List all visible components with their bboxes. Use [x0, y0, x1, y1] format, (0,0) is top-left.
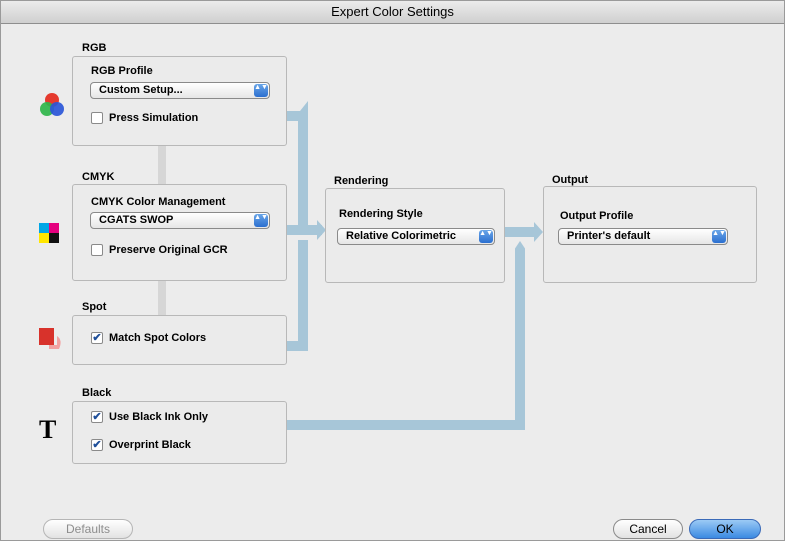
- use-black-ink-checkbox[interactable]: ✔: [91, 411, 103, 423]
- press-simulation-checkbox[interactable]: [91, 112, 103, 124]
- spot-section-label: Spot: [82, 301, 107, 313]
- black-section-label: Black: [82, 387, 112, 399]
- match-spot-checkbox[interactable]: ✔: [91, 332, 103, 344]
- cmyk-mgmt-popup[interactable]: CGATS SWOP ▲▼: [90, 212, 270, 229]
- rendering-section-label: Rendering: [334, 175, 389, 187]
- spot-output-pipe: [286, 341, 308, 351]
- cancel-button[interactable]: Cancel: [613, 519, 683, 539]
- spot-vertical-pipe: [298, 240, 308, 350]
- output-arrow: [534, 222, 543, 242]
- rgb-vertical-pipe: [298, 101, 308, 226]
- rendering-style-value: Relative Colorimetric: [346, 230, 457, 242]
- expert-color-settings-window: Expert Color Settings RGB RGB Profile Cu…: [0, 0, 785, 541]
- cmyk-to-spot-connector: [158, 281, 166, 315]
- output-profile-value: Printer's default: [567, 230, 651, 242]
- rgb-section-label: RGB: [82, 42, 107, 54]
- overprint-black-checkbox[interactable]: ✔: [91, 439, 103, 451]
- rgb-circles-icon: [40, 93, 64, 116]
- rendering-style-popup[interactable]: Relative Colorimetric ▲▼: [337, 228, 495, 245]
- ok-button[interactable]: OK: [689, 519, 761, 539]
- output-profile-popup[interactable]: Printer's default ▲▼: [558, 228, 728, 245]
- cmyk-section-label: CMYK: [82, 171, 115, 183]
- cmyk-output-pipe: [286, 225, 322, 235]
- spot-swatch-icon: [39, 328, 61, 349]
- cmyk-mgmt-label: CMYK Color Management: [91, 196, 226, 208]
- rendering-to-output-pipe: [504, 227, 536, 237]
- black-vertical-pipe: [515, 241, 525, 430]
- output-section-label: Output: [552, 174, 589, 186]
- press-simulation-label: Press Simulation: [109, 112, 199, 124]
- match-spot-label: Match Spot Colors: [109, 332, 207, 344]
- updown-arrows-icon: ▲▼: [712, 230, 726, 243]
- rgb-to-cmyk-connector: [158, 146, 166, 184]
- rgb-profile-popup[interactable]: Custom Setup... ▲▼: [90, 82, 270, 99]
- cmyk-mgmt-value: CGATS SWOP: [99, 214, 174, 226]
- preserve-gcr-checkbox[interactable]: [91, 244, 103, 256]
- preserve-gcr-label: Preserve Original GCR: [109, 244, 228, 256]
- overprint-black-label: Overprint Black: [109, 439, 191, 451]
- updown-arrows-icon: ▲▼: [479, 230, 493, 243]
- black-output-pipe: [286, 420, 525, 430]
- cmyk-squares-icon: [39, 223, 59, 243]
- updown-arrows-icon: ▲▼: [254, 214, 268, 227]
- updown-arrows-icon: ▲▼: [254, 84, 268, 97]
- rgb-profile-label: RGB Profile: [91, 65, 153, 77]
- output-profile-label: Output Profile: [560, 210, 634, 222]
- rgb-profile-value: Custom Setup...: [99, 84, 183, 96]
- window-title: Expert Color Settings: [1, 1, 784, 24]
- rendering-style-label: Rendering Style: [339, 208, 423, 220]
- defaults-button[interactable]: Defaults: [43, 519, 133, 539]
- use-black-ink-label: Use Black Ink Only: [109, 411, 209, 423]
- text-t-icon: T: [39, 415, 57, 444]
